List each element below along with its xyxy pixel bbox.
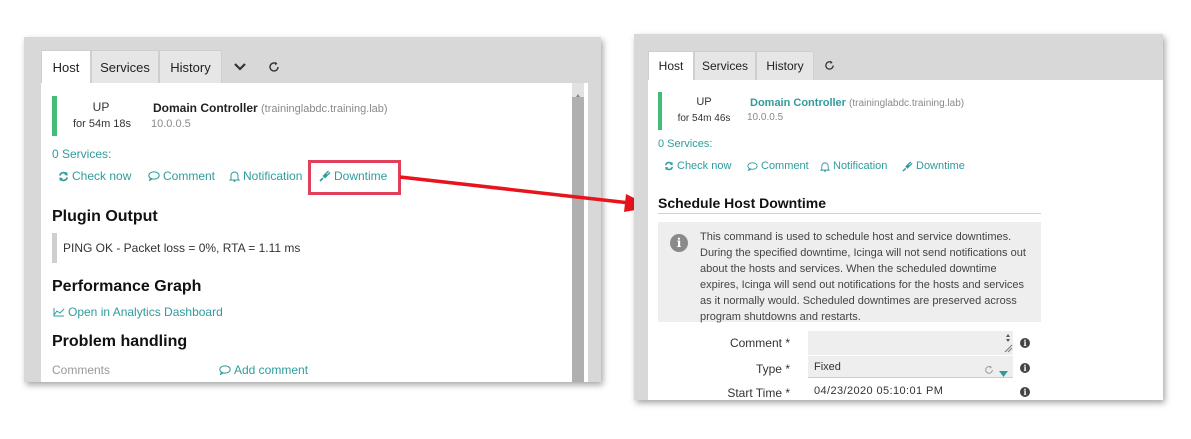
services-link[interactable]: 0 Services: — [658, 138, 712, 150]
host-fqdn: (traininglabdc.training.lab) — [849, 98, 965, 109]
plug-icon — [902, 160, 913, 172]
refresh-icon — [664, 161, 674, 171]
tab-services[interactable]: Services — [694, 51, 756, 80]
type-select[interactable]: Fixed — [808, 356, 1013, 378]
refresh-icon[interactable] — [818, 51, 840, 80]
host-state: UP — [696, 96, 712, 108]
resize-handle-icon[interactable] — [1003, 333, 1013, 358]
comment-info-icon[interactable]: i — [1020, 338, 1030, 348]
comment-icon — [747, 161, 758, 171]
reload-icon[interactable] — [984, 362, 994, 380]
comment-field-label: Comment * — [729, 336, 790, 350]
downtime-label: Downtime — [916, 160, 965, 172]
info-text: This command is used to schedule host an… — [700, 231, 1026, 323]
type-field-label: Type * — [755, 362, 790, 376]
notification-button[interactable]: Notification — [820, 160, 887, 172]
check-now-label: Check now — [677, 160, 732, 172]
start-time-input[interactable]: 04/23/2020 05:10:01 PM — [808, 381, 1013, 400]
tab-history[interactable]: History — [756, 51, 814, 80]
caret-down-icon[interactable] — [999, 364, 1008, 382]
tab-bar: Host Services History — [634, 34, 1163, 80]
info-icon: i — [670, 234, 688, 252]
info-box: i This command is used to schedule host … — [658, 222, 1041, 323]
tab-host[interactable]: Host — [648, 51, 694, 80]
host-display-name: Domain Controller — [750, 97, 846, 109]
host-downtime-panel: Host Services History UP for 54m 46s Dom… — [634, 34, 1163, 400]
comment-label: Comment — [761, 160, 809, 172]
start-time-label: Start Time * — [727, 386, 790, 400]
notification-label: Notification — [833, 160, 888, 172]
downtime-content: UP for 54m 46s Domain Controller (traini… — [648, 80, 1163, 400]
bell-icon — [820, 161, 830, 172]
downtime-button[interactable]: Downtime — [902, 160, 965, 172]
heading-divider — [658, 213, 1041, 214]
host-address: 10.0.0.5 — [747, 112, 784, 123]
host-state-duration: for 54m 46s — [677, 113, 731, 124]
comment-button[interactable]: Comment — [747, 160, 809, 172]
schedule-downtime-heading: Schedule Host Downtime — [658, 195, 827, 211]
comment-textarea[interactable] — [808, 331, 1013, 355]
start-time-info-icon[interactable]: i — [1020, 387, 1030, 397]
host-state-indicator — [658, 92, 662, 130]
check-now-button[interactable]: Check now — [664, 160, 731, 172]
type-select-value: Fixed — [814, 360, 841, 373]
type-info-icon[interactable]: i — [1020, 363, 1030, 373]
host-name[interactable]: Domain Controller (traininglabdc.trainin… — [750, 97, 964, 109]
